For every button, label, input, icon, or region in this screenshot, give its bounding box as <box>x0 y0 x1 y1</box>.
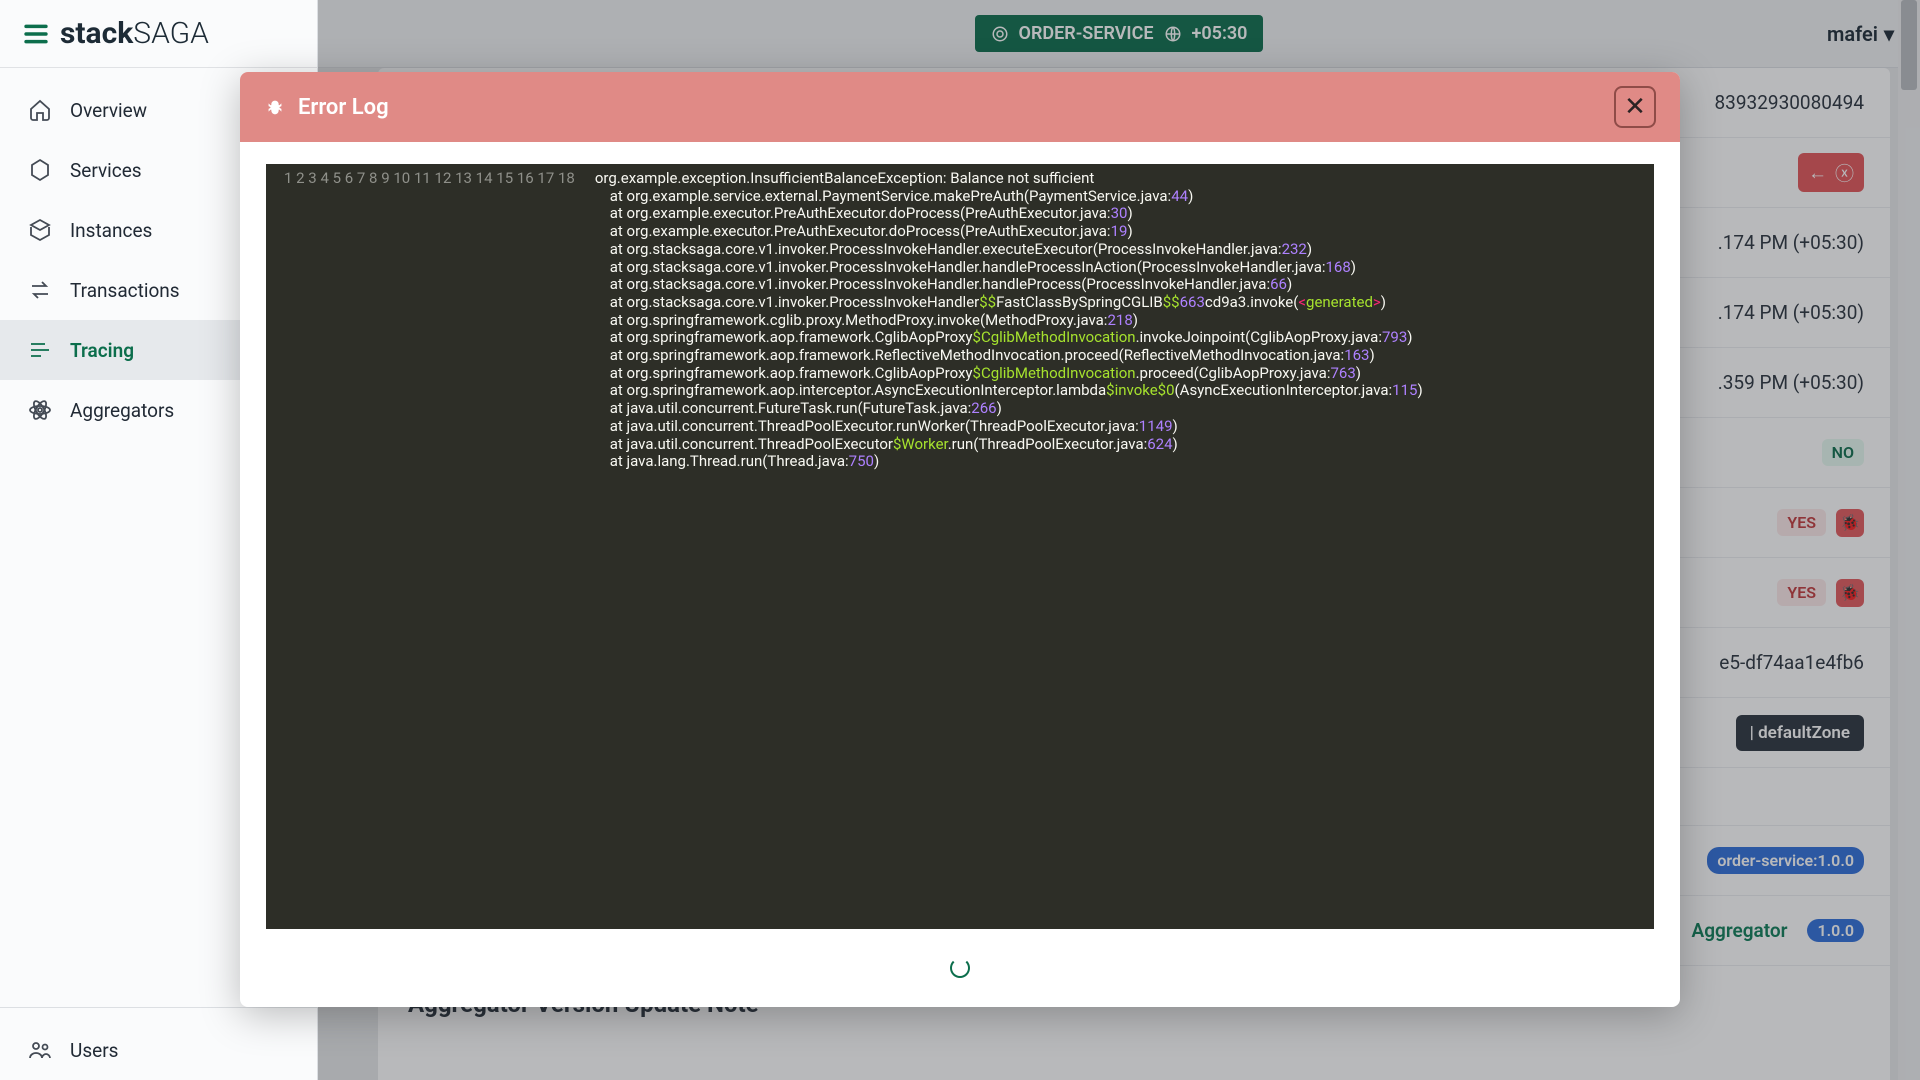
logo-text-2: SAGA <box>133 16 209 51</box>
hex-icon <box>28 158 52 182</box>
sidebar-item-label: Transactions <box>70 279 180 302</box>
sidebar-item-label: Tracing <box>70 339 134 362</box>
swap-icon <box>28 278 52 302</box>
atom-icon <box>28 398 52 422</box>
sidebar-item-label: Services <box>70 159 142 182</box>
sidebar-item-label: Aggregators <box>70 399 174 422</box>
logo-icon <box>22 20 50 48</box>
sidebar-item-label: Instances <box>70 219 152 242</box>
error-log-modal: Error Log ✕ 1 2 3 4 5 6 7 8 9 10 11 12 1… <box>240 72 1680 1007</box>
sidebar-item-users[interactable]: Users <box>0 1020 317 1080</box>
brand-area: stackSAGA <box>0 0 317 68</box>
cube-icon <box>28 218 52 242</box>
home-icon <box>28 98 52 122</box>
line-gutter: 1 2 3 4 5 6 7 8 9 10 11 12 13 14 15 16 1… <box>266 164 585 929</box>
code-content[interactable]: org.example.exception.InsufficientBalanc… <box>585 164 1654 929</box>
code-block: 1 2 3 4 5 6 7 8 9 10 11 12 13 14 15 16 1… <box>266 164 1654 929</box>
modal-header: Error Log ✕ <box>240 72 1680 142</box>
modal-footer <box>240 929 1680 1007</box>
modal-close-button[interactable]: ✕ <box>1614 86 1656 128</box>
trace-icon <box>28 338 52 362</box>
users-icon <box>28 1038 52 1062</box>
logo: stackSAGA <box>22 16 209 51</box>
logo-text-1: stack <box>60 16 133 51</box>
sidebar-item-label: Overview <box>70 99 147 122</box>
close-icon: ✕ <box>1624 92 1646 122</box>
modal-title-text: Error Log <box>298 95 389 120</box>
sidebar-item-label: Users <box>70 1039 118 1062</box>
loading-spinner-icon <box>950 958 970 978</box>
bug-icon <box>264 96 286 118</box>
